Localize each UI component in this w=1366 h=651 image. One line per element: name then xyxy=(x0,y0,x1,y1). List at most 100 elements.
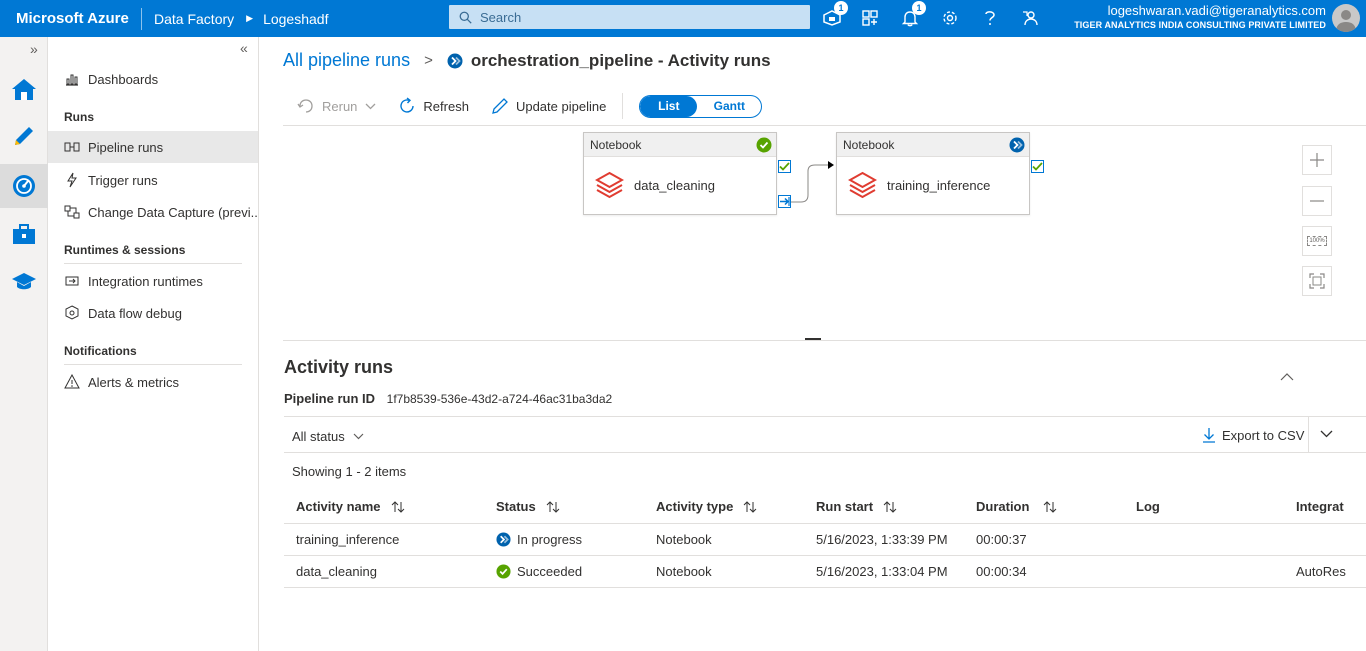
column-header-duration[interactable]: Duration xyxy=(976,490,1057,523)
in-progress-icon xyxy=(447,53,463,68)
bell-icon[interactable]: 1 xyxy=(898,1,926,30)
chevron-down-icon[interactable] xyxy=(1320,430,1333,438)
cell-activity-type: Notebook xyxy=(656,564,712,579)
zoom-out-icon[interactable] xyxy=(1302,186,1332,216)
cell-integration-runtime xyxy=(1296,524,1366,555)
help-icon[interactable] xyxy=(978,6,1002,30)
activity-node-data-cleaning[interactable]: Notebook data_cleaning xyxy=(583,132,777,215)
dashboard-chart-icon xyxy=(64,71,80,87)
rerun-label: Rerun xyxy=(322,98,358,114)
cell-activity-name[interactable]: data_cleaning xyxy=(296,556,377,587)
learning-hat-icon[interactable] xyxy=(0,259,48,303)
nav-label: Pipeline runs xyxy=(88,139,164,155)
chevron-up-icon[interactable] xyxy=(1280,372,1294,381)
nav-section-runtimes: Runtimes & sessions xyxy=(64,243,186,257)
on-success-port[interactable] xyxy=(1031,160,1044,173)
on-success-port[interactable] xyxy=(778,160,791,173)
left-rail: » xyxy=(0,37,48,651)
cell-status: Succeeded xyxy=(496,556,582,587)
splitter-handle[interactable] xyxy=(805,338,821,340)
directory-icon[interactable] xyxy=(858,6,882,30)
service-name[interactable]: Data Factory xyxy=(154,11,234,27)
table-row[interactable]: data_cleaning Succeeded Notebook 5/16/20… xyxy=(284,556,1366,588)
chevron-down-icon xyxy=(365,103,376,109)
cell-activity-type: Notebook xyxy=(656,532,712,547)
column-header-run-start[interactable]: Run start xyxy=(816,490,897,523)
home-icon[interactable] xyxy=(0,67,48,111)
cell-integration-runtime: AutoRes xyxy=(1296,564,1346,579)
collapse-nav-icon[interactable]: « xyxy=(240,40,248,56)
nav-section-notifications: Notifications xyxy=(64,344,137,358)
view-gantt-button[interactable]: Gantt xyxy=(697,96,761,117)
column-header-integration[interactable]: Integrat xyxy=(1296,490,1366,523)
table-row[interactable]: training_inference In progress Notebook … xyxy=(284,524,1366,556)
change-data-capture-icon xyxy=(64,204,80,220)
nav-item-integration-runtimes[interactable]: Integration runtimes xyxy=(48,265,258,297)
expand-rail-icon[interactable]: » xyxy=(30,41,38,57)
azure-brand[interactable]: Microsoft Azure xyxy=(0,10,141,27)
integration-runtime-icon xyxy=(64,273,80,289)
data-flow-debug-icon xyxy=(64,305,80,321)
factory-name[interactable]: Logeshadf xyxy=(263,11,328,27)
fit-to-screen-icon[interactable] xyxy=(1302,266,1332,296)
author-pencil-icon[interactable] xyxy=(0,114,48,158)
monitor-icon[interactable] xyxy=(0,164,48,208)
run-id-value: 1f7b8539-536e-43d2-a724-46ac31ba3da2 xyxy=(386,392,613,406)
gear-icon[interactable] xyxy=(938,6,962,30)
nav-label: Integration runtimes xyxy=(88,273,203,289)
monitor-nav: « Dashboards Runs Pipeline runs Trigger … xyxy=(48,37,259,651)
column-header-activity-name[interactable]: Activity name xyxy=(296,490,405,523)
search-icon xyxy=(459,11,472,24)
column-header-activity-type[interactable]: Activity type xyxy=(656,490,757,523)
zoom-100-icon[interactable]: 100% xyxy=(1302,226,1332,256)
warning-triangle-icon xyxy=(64,374,80,390)
zoom-in-icon[interactable] xyxy=(1302,145,1332,175)
cell-duration: 00:00:37 xyxy=(976,532,1027,547)
view-list-button[interactable]: List xyxy=(640,95,698,117)
rerun-button[interactable]: Rerun xyxy=(297,98,376,114)
canvas-top-border xyxy=(283,125,1366,126)
toolbar-divider xyxy=(622,93,624,119)
nav-item-trigger-runs[interactable]: Trigger runs xyxy=(48,164,258,196)
feedback-icon[interactable] xyxy=(1018,6,1042,30)
in-progress-icon xyxy=(496,532,511,547)
status-filter-dropdown[interactable]: All status xyxy=(292,429,364,444)
nav-item-dashboards[interactable]: Dashboards xyxy=(48,63,258,95)
success-check-icon xyxy=(756,137,772,153)
breadcrumb-all-pipeline-runs[interactable]: All pipeline runs xyxy=(283,50,410,71)
refresh-label: Refresh xyxy=(423,98,469,114)
export-label: Export to CSV xyxy=(1222,427,1305,443)
node-type-label: Notebook xyxy=(843,137,895,152)
nav-item-pipeline-runs[interactable]: Pipeline runs xyxy=(48,131,258,163)
activity-node-training-inference[interactable]: Notebook training_inference xyxy=(836,132,1030,215)
refresh-button[interactable]: Refresh xyxy=(398,97,469,115)
export-csv-button[interactable]: Export to CSV xyxy=(1202,427,1304,443)
download-icon xyxy=(1203,428,1215,443)
service-breadcrumb: Data Factory ▶ Logeshadf xyxy=(142,11,328,27)
on-completion-port[interactable] xyxy=(778,195,791,208)
databricks-icon xyxy=(848,171,877,198)
sort-icon xyxy=(883,500,897,513)
nav-label: Alerts & metrics xyxy=(88,374,180,390)
column-header-log: Log xyxy=(1136,499,1160,514)
user-account[interactable]: logeshwaran.vadi@tigeranalytics.com TIGE… xyxy=(1074,3,1326,32)
nav-item-change-data-capture[interactable]: Change Data Capture (previ... xyxy=(48,196,258,228)
update-pipeline-button[interactable]: Update pipeline xyxy=(491,97,606,115)
cloud-shell-icon[interactable]: 1 xyxy=(820,1,848,30)
search-placeholder: Search xyxy=(480,9,522,25)
node-name: data_cleaning xyxy=(634,177,715,193)
column-header-status[interactable]: Status xyxy=(496,490,560,523)
nav-item-alerts-metrics[interactable]: Alerts & metrics xyxy=(48,366,258,398)
rerun-icon xyxy=(297,99,313,113)
manage-toolbox-icon[interactable] xyxy=(0,212,48,256)
nav-label: Data flow debug xyxy=(88,305,182,321)
nav-item-data-flow-debug[interactable]: Data flow debug xyxy=(48,297,258,329)
nav-section-runs: Runs xyxy=(64,110,94,124)
user-org: TIGER ANALYTICS INDIA CONSULTING PRIVATE… xyxy=(1074,20,1326,30)
page-title: orchestration_pipeline - Activity runs xyxy=(470,50,771,70)
avatar[interactable] xyxy=(1332,4,1360,32)
search-box[interactable]: Search xyxy=(449,5,810,29)
nav-divider xyxy=(64,263,242,264)
cell-activity-name[interactable]: training_inference xyxy=(296,524,399,555)
run-id-label: Pipeline run ID xyxy=(284,391,376,406)
